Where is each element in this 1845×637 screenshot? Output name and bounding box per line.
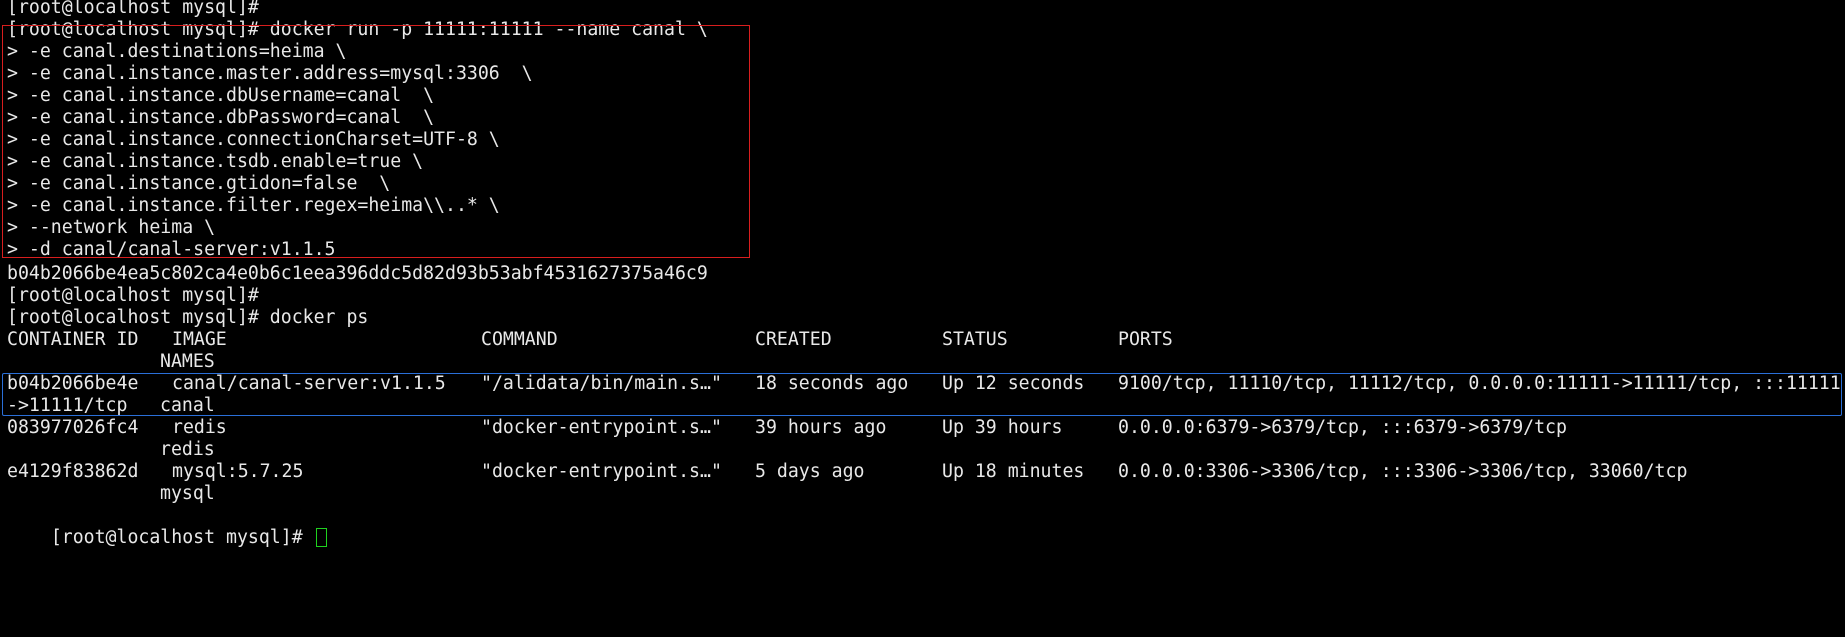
name-cell: mysql (160, 483, 215, 504)
header-image: IMAGE (172, 329, 227, 350)
status-cell: Up 39 hours (942, 417, 1063, 438)
header-created: CREATED (755, 329, 832, 350)
shell-prompt: [root@localhost mysql]# (7, 285, 259, 306)
ps-header-row-wrap: NAMES (7, 351, 1837, 373)
ports-cell: 0.0.0.0:3306->3306/tcp, :::3306->3306/tc… (1118, 461, 1688, 482)
container-id-cell: 083977026fc4 (7, 417, 139, 438)
header-ports: PORTS (1118, 329, 1173, 350)
row-highlight-box (2, 373, 1842, 416)
shell-prompt: [root@localhost mysql]# (7, 0, 259, 18)
header-names: NAMES (160, 351, 215, 372)
command-cell: "docker-entrypoint.s…" (481, 417, 722, 438)
header-command: COMMAND (481, 329, 558, 350)
status-cell: Up 18 minutes (942, 461, 1085, 482)
name-cell: redis (160, 439, 215, 460)
docker-ps-command: [root@localhost mysql]# docker ps (7, 307, 369, 328)
created-cell: 5 days ago (755, 461, 865, 482)
table-row: e4129f83862d mysql:5.7.25 "docker-entryp… (7, 461, 1837, 483)
table-row: 083977026fc4 redis "docker-entrypoint.s…… (7, 417, 1837, 439)
shell-prompt: [root@localhost mysql]# (50, 527, 303, 548)
command-cell: "docker-entrypoint.s…" (481, 461, 722, 482)
ports-cell: 0.0.0.0:6379->6379/tcp, :::6379->6379/tc… (1118, 417, 1567, 438)
table-row-wrap: redis (7, 439, 1837, 461)
image-cell: mysql:5.7.25 (172, 461, 304, 482)
header-container-id: CONTAINER ID (7, 329, 139, 350)
text-cursor (315, 528, 327, 547)
header-status: STATUS (942, 329, 1008, 350)
table-row-wrap: mysql (7, 483, 1837, 505)
created-cell: 39 hours ago (755, 417, 887, 438)
final-prompt-line[interactable]: [root@localhost mysql]# (7, 505, 327, 548)
image-cell: redis (172, 417, 227, 438)
container-hash-output: b04b2066be4ea5c802ca4e0b6c1eea396ddc5d82… (7, 263, 708, 284)
ps-header-row: CONTAINER ID IMAGE COMMAND CREATED STATU… (7, 329, 1837, 351)
terminal-window[interactable]: [root@localhost mysql]# [root@localhost … (0, 0, 1845, 548)
command-highlight-box (2, 25, 750, 258)
container-id-cell: e4129f83862d (7, 461, 139, 482)
